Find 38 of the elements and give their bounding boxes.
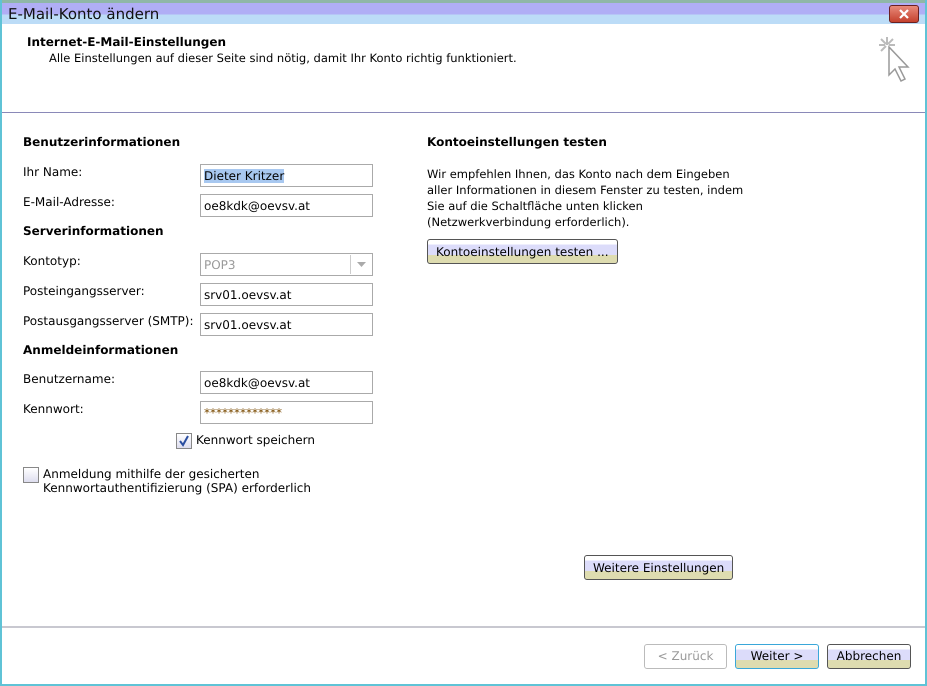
test-settings-button[interactable]: Kontoeinstellungen testen ... <box>427 239 618 264</box>
field-label: Kontotyp: <box>23 253 82 268</box>
section-heading: Anmeldeinformationen <box>23 343 180 359</box>
checkbox-label: Kennwort speichern <box>196 433 315 447</box>
wizard-button[interactable]: Abbrechen <box>827 644 911 668</box>
field-label: Kennwort: <box>23 401 85 416</box>
input-field[interactable]: Dieter Kritzer <box>200 164 373 187</box>
password-field[interactable]: ************* <box>200 401 373 424</box>
window-title: E-Mail-Konto ändern <box>8 4 160 22</box>
input-field[interactable]: oe8kdk@oevsv.at <box>200 371 373 394</box>
field-label: E-Mail-Adresse: <box>23 194 116 209</box>
field-label: Posteingangsserver: <box>23 283 146 298</box>
input-field[interactable]: srv01.oevsv.at <box>200 283 373 306</box>
section-heading: Serverinformationen <box>23 224 165 240</box>
field-value: srv01.oevsv.at <box>204 288 292 302</box>
field-value: srv01.oevsv.at <box>204 318 292 332</box>
wizard-button[interactable]: Weiter > <box>735 644 819 668</box>
page-subtitle: Alle Einstellungen auf dieser Seite sind nötig, damit Ihr Konto richtig funktioniert. <box>49 51 517 65</box>
field-value: Dieter Kritzer <box>204 168 284 182</box>
section-heading: Kontoeinstellungen testen <box>427 135 608 151</box>
page-title: Internet-E-Mail-Einstellungen <box>27 35 228 49</box>
field-label: Ihr Name: <box>23 164 84 179</box>
test-description: Wir empfehlen Ihnen, das Konto nach dem Eingeben aller Informationen in diesem Fenster zu testen, indem Sie auf die Schaltfläche unten klicken (Netzwerkverbindung erforderlich). <box>427 166 744 230</box>
checkbox[interactable] <box>176 433 192 449</box>
field-value: oe8kdk@oevsv.at <box>204 198 310 212</box>
caret-icon <box>356 262 366 267</box>
input-field[interactable]: oe8kdk@oevsv.at <box>200 194 373 217</box>
checkbox[interactable] <box>23 467 39 483</box>
checkbox-label: Anmeldung mithilfe der gesicherten Kennwortauthentifizierung (SPA) erforderlich <box>43 467 312 495</box>
more-settings-button[interactable]: Weitere Einstellungen <box>584 555 734 580</box>
field-label: Postausgangsserver (SMTP): <box>23 313 195 328</box>
close-button[interactable] <box>889 4 919 22</box>
close-icon <box>899 8 909 18</box>
cursor-sparkle-icon <box>877 35 911 85</box>
section-heading: Benutzerinformationen <box>23 135 182 151</box>
field-label: Benutzername: <box>23 371 116 386</box>
input-field[interactable]: srv01.oevsv.at <box>200 313 373 336</box>
field-value: oe8kdk@oevsv.at <box>204 376 310 390</box>
